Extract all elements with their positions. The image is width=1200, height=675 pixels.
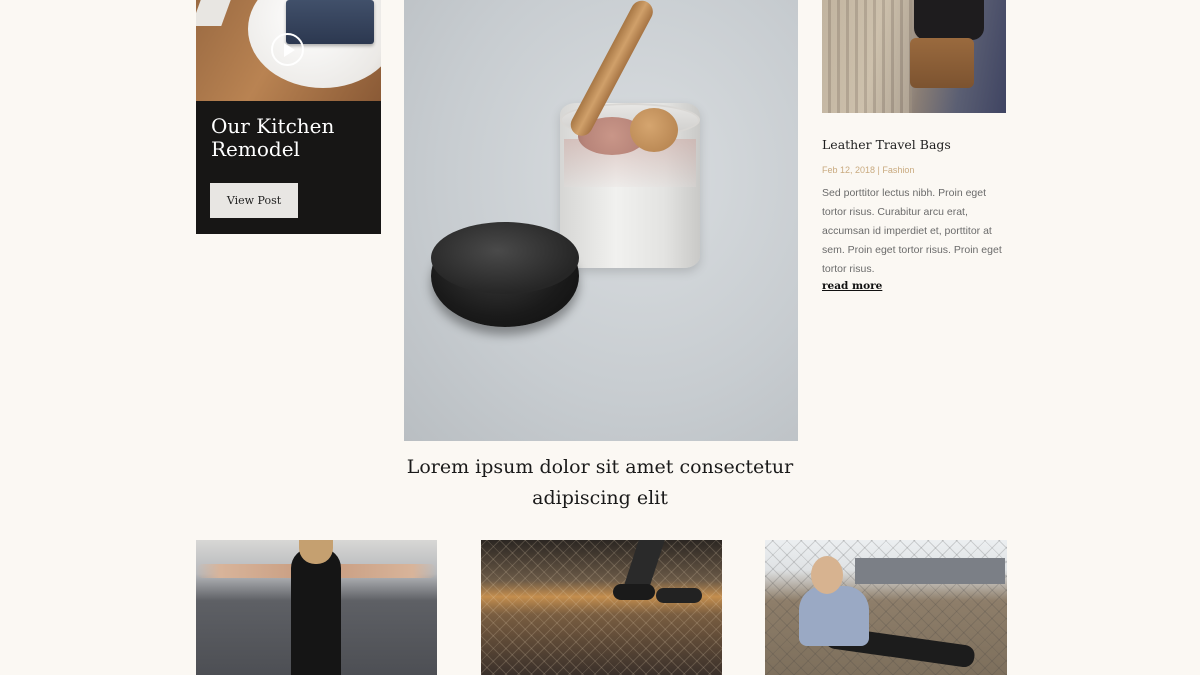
featured-post-title[interactable]: Lorem ipsum dolor sit amet consectetur a… xyxy=(400,452,800,514)
post-thumbnail-stretch[interactable] xyxy=(196,540,437,675)
house-detail xyxy=(855,558,1005,584)
stairs-detail xyxy=(822,0,912,113)
figure-detail xyxy=(291,548,341,675)
kitchen-remodel-thumbnail[interactable] xyxy=(196,0,381,101)
bag-detail xyxy=(910,38,974,88)
fence-detail xyxy=(481,540,722,675)
post-thumbnail-running[interactable] xyxy=(481,540,722,675)
post-thumbnail-lunge[interactable] xyxy=(765,540,1007,675)
person-detail xyxy=(914,0,984,40)
read-more-link[interactable]: read more xyxy=(822,280,882,292)
play-icon[interactable] xyxy=(271,33,304,66)
featured-post-image[interactable] xyxy=(404,0,798,441)
spoon-bowl-detail xyxy=(630,108,678,152)
head-detail xyxy=(811,556,843,594)
post-excerpt: Sed porttitor lectus nibh. Proin eget to… xyxy=(822,187,1002,275)
leather-bags-thumbnail[interactable] xyxy=(822,0,1006,113)
view-post-button[interactable]: View Post xyxy=(210,183,298,218)
torso-detail xyxy=(799,586,869,646)
cloth-detail xyxy=(196,0,231,26)
lid-top-detail xyxy=(431,222,579,294)
kitchen-remodel-card: Our Kitchen Remodel View Post xyxy=(196,101,381,234)
post-meta: Feb 12, 2018 | Fashion xyxy=(822,165,915,175)
leather-bags-title[interactable]: Leather Travel Bags xyxy=(822,137,1012,152)
kitchen-remodel-title[interactable]: Our Kitchen Remodel xyxy=(211,115,371,161)
shoe-detail-2 xyxy=(656,588,702,603)
shoe-detail xyxy=(613,584,655,600)
